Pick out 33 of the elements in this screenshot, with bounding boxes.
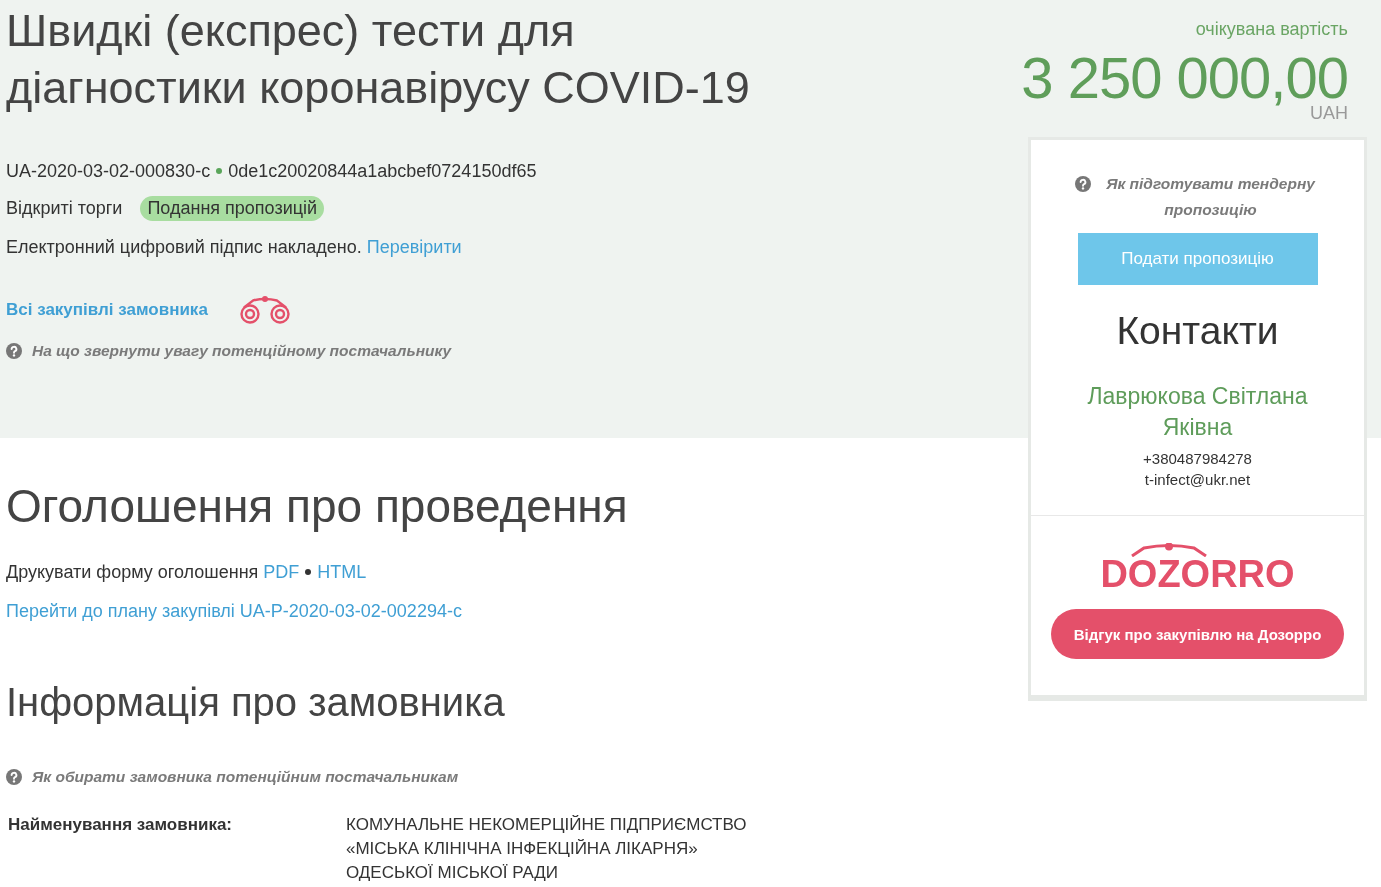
contact-name: Лаврюкова Світлана Яківна <box>1086 382 1309 442</box>
print-format-link[interactable]: HTML <box>317 559 367 585</box>
status-badge: Подання пропозицій <box>140 195 325 221</box>
tender-id: UA-2020-03-02-000830-c <box>6 160 211 183</box>
customer-purchases-link[interactable]: Всі закупівлі замовника <box>6 297 208 323</box>
separator-dot-icon <box>216 168 223 174</box>
field-value: КОМУНАЛЬНЕ НЕКОМЕРЦІЙНЕ ПІДПРИЄМСТВО «МІСЬКА КЛІНІЧНА ІНФЕКЦІЙНА ЛІКАРНЯ» ОДЕСЬКОЇ МІСЬКОЇ РАДИ <box>346 814 748 884</box>
help-icon <box>6 769 22 785</box>
section-heading: Інформація про замовника <box>6 679 506 726</box>
tender-hash: 0de1c20020844a1abcbef0724150df65 <box>228 160 537 183</box>
hint-text[interactable]: На що звернути увагу потенційному постачальнику <box>32 338 452 364</box>
separator-dot-icon <box>305 569 312 575</box>
verify-link[interactable]: Перевірити <box>366 234 462 260</box>
contact-phone: +380487984278 <box>1142 449 1253 469</box>
feedback-button[interactable]: Відгук про закупівлю на Дозорро <box>1051 609 1344 659</box>
print-format-link[interactable]: PDF <box>263 559 300 585</box>
contact-email: t-infect@ukr.net <box>1143 470 1252 490</box>
hint-text[interactable]: Як підготувати тендерну пропозицію <box>1101 171 1320 223</box>
procedure-type: Відкриті торги <box>6 197 123 220</box>
signature-status: Електронний цифровий підпис накладено. <box>6 236 362 259</box>
binoculars-icon <box>239 296 290 324</box>
procurement-plan-link[interactable]: Перейти до плану закупівлі UA-P-2020-03-02-002294-c <box>6 598 462 624</box>
section-heading: Оголошення про проведення <box>6 479 629 534</box>
help-icon <box>6 343 22 359</box>
contacts-heading: Контакти <box>1115 308 1280 354</box>
page-title: Швидкі (експрес) тести для діагностики коронавірусу COVID-19 <box>6 4 751 115</box>
logo-wordmark: DOZORRO <box>1100 557 1295 591</box>
submit-proposal-button[interactable]: Подати пропозицію <box>1077 233 1318 285</box>
help-icon <box>1075 176 1091 192</box>
hint-text[interactable]: Як обирати замовника потенційним постачальникам <box>32 764 459 790</box>
field-label: Найменування замовника: <box>7 814 233 836</box>
price-label: очікувана вартість <box>1194 18 1348 41</box>
print-form-label: Друкувати форму оголошення <box>6 561 259 584</box>
